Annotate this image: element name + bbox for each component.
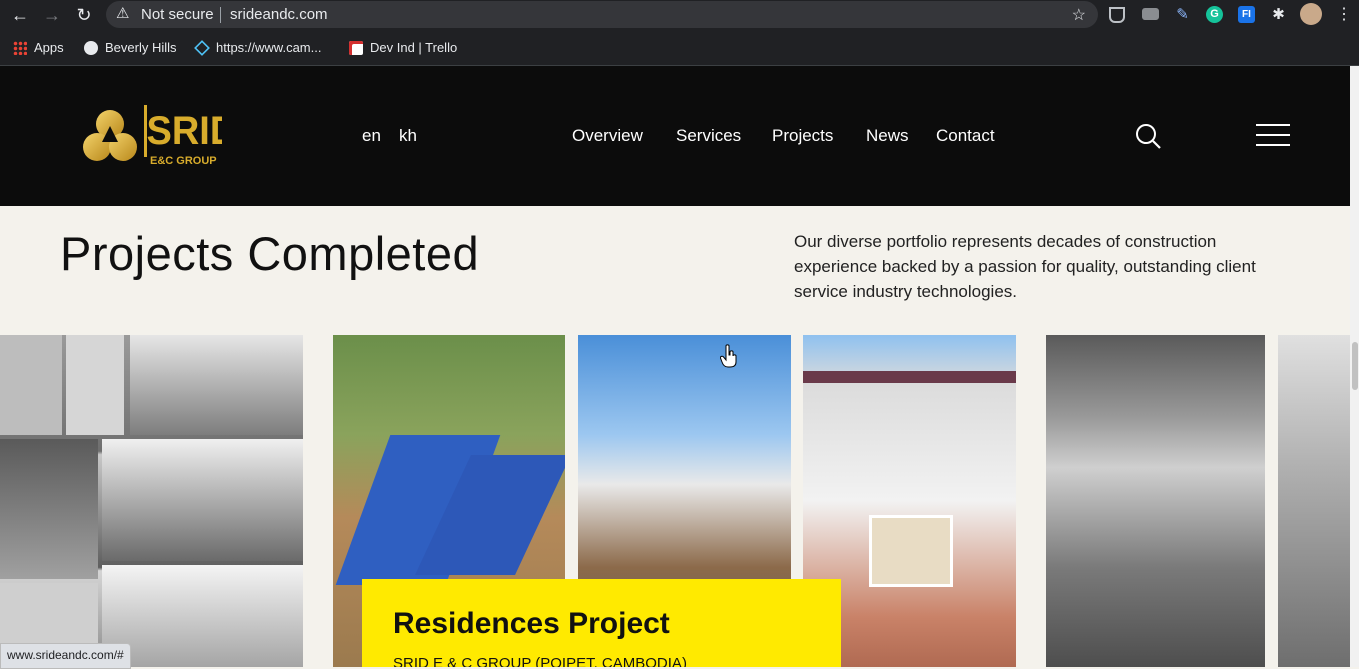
photo-grid-cell xyxy=(66,335,124,435)
printer-extension-icon[interactable] xyxy=(1142,8,1159,20)
card-subtitle: SRID E & C GROUP (POIPET, CAMBODIA) xyxy=(393,655,687,667)
fi-extension-icon[interactable]: FI xyxy=(1238,6,1255,23)
photo-grid-cell xyxy=(0,335,62,435)
grammarly-extension-icon[interactable]: G xyxy=(1206,6,1223,23)
search-icon[interactable] xyxy=(1134,122,1162,150)
bookmark-label: https://www.cam... xyxy=(216,40,322,55)
project-tile-road[interactable] xyxy=(1046,335,1265,667)
featured-project-card[interactable]: Residences Project SRID E & C GROUP (POI… xyxy=(362,579,841,667)
photo-grid-cell xyxy=(130,335,303,435)
bookmark-cam[interactable]: https://www.cam... xyxy=(194,38,322,58)
bookmarks-bar: Apps Beverly Hills https://www.cam... De… xyxy=(0,30,1359,66)
logo-brand-text: SRID xyxy=(147,109,223,153)
hand-pointer-icon xyxy=(720,344,737,368)
logo-sub-text: E&C GROUP xyxy=(150,155,217,167)
section-description: Our diverse portfolio represents decades… xyxy=(794,232,1256,301)
globe-icon xyxy=(84,41,98,55)
bookmark-star-icon[interactable]: ☆ xyxy=(1072,5,1086,25)
trello-icon xyxy=(349,41,363,55)
puzzle-extension-icon[interactable]: ✱ xyxy=(1270,6,1287,23)
bookmark-label: Apps xyxy=(34,40,64,55)
site-icon xyxy=(194,40,210,56)
photo-grid-cell xyxy=(102,565,303,667)
lang-kh[interactable]: kh xyxy=(399,126,417,146)
security-label: Not secure xyxy=(141,6,214,23)
reload-icon[interactable]: ↻ xyxy=(74,5,94,25)
nav-news[interactable]: News xyxy=(866,126,909,146)
hamburger-menu-icon[interactable] xyxy=(1256,124,1290,146)
forward-arrow-icon[interactable]: → xyxy=(42,5,62,25)
bookmark-beverly-hills[interactable]: Beverly Hills xyxy=(84,38,177,58)
more-menu-icon[interactable]: ⋮ xyxy=(1334,5,1354,25)
section-title: Projects Completed xyxy=(60,227,480,280)
srid-logo[interactable]: SRID E&C GROUP xyxy=(80,102,222,170)
bookmark-trello[interactable]: Dev Ind | Trello xyxy=(349,38,457,58)
omnibox-divider xyxy=(220,7,221,23)
apps-grid-icon xyxy=(13,41,27,55)
warning-icon: ⚠ xyxy=(116,5,130,22)
browser-toolbar: ← → ↻ ⚠ Not secure srideandc.com ☆ ✎ G F… xyxy=(0,0,1359,30)
nav-projects[interactable]: Projects xyxy=(772,126,833,146)
url-text: srideandc.com xyxy=(230,6,328,23)
bookmark-label: Dev Ind | Trello xyxy=(370,40,458,55)
profile-avatar[interactable] xyxy=(1300,3,1322,25)
bookmark-apps[interactable]: Apps xyxy=(13,38,64,58)
nav-contact[interactable]: Contact xyxy=(936,126,995,146)
back-arrow-icon[interactable]: ← xyxy=(10,5,30,25)
project-tile-power-station[interactable] xyxy=(0,335,303,667)
nav-overview[interactable]: Overview xyxy=(572,126,643,146)
address-bar[interactable]: ⚠ Not secure srideandc.com ☆ xyxy=(106,1,1098,28)
pen-extension-icon[interactable]: ✎ xyxy=(1174,6,1191,23)
photo-grid-cell xyxy=(102,439,303,561)
card-title: Residences Project xyxy=(393,607,670,640)
nav-services[interactable]: Services xyxy=(676,126,741,146)
site-header: SRID E&C GROUP en kh Overview Services P… xyxy=(0,66,1350,206)
lang-en[interactable]: en xyxy=(362,126,381,146)
project-tile-partial[interactable] xyxy=(1278,335,1350,667)
bookmark-label: Beverly Hills xyxy=(105,40,177,55)
building-band xyxy=(803,371,1016,383)
shield-extension-icon[interactable] xyxy=(1109,7,1125,23)
building-door xyxy=(869,515,953,587)
photo-grid-cell xyxy=(0,439,98,579)
status-bar-url: www.srideandc.com/# xyxy=(0,643,131,669)
page-scrollbar-thumb[interactable] xyxy=(1352,342,1358,390)
